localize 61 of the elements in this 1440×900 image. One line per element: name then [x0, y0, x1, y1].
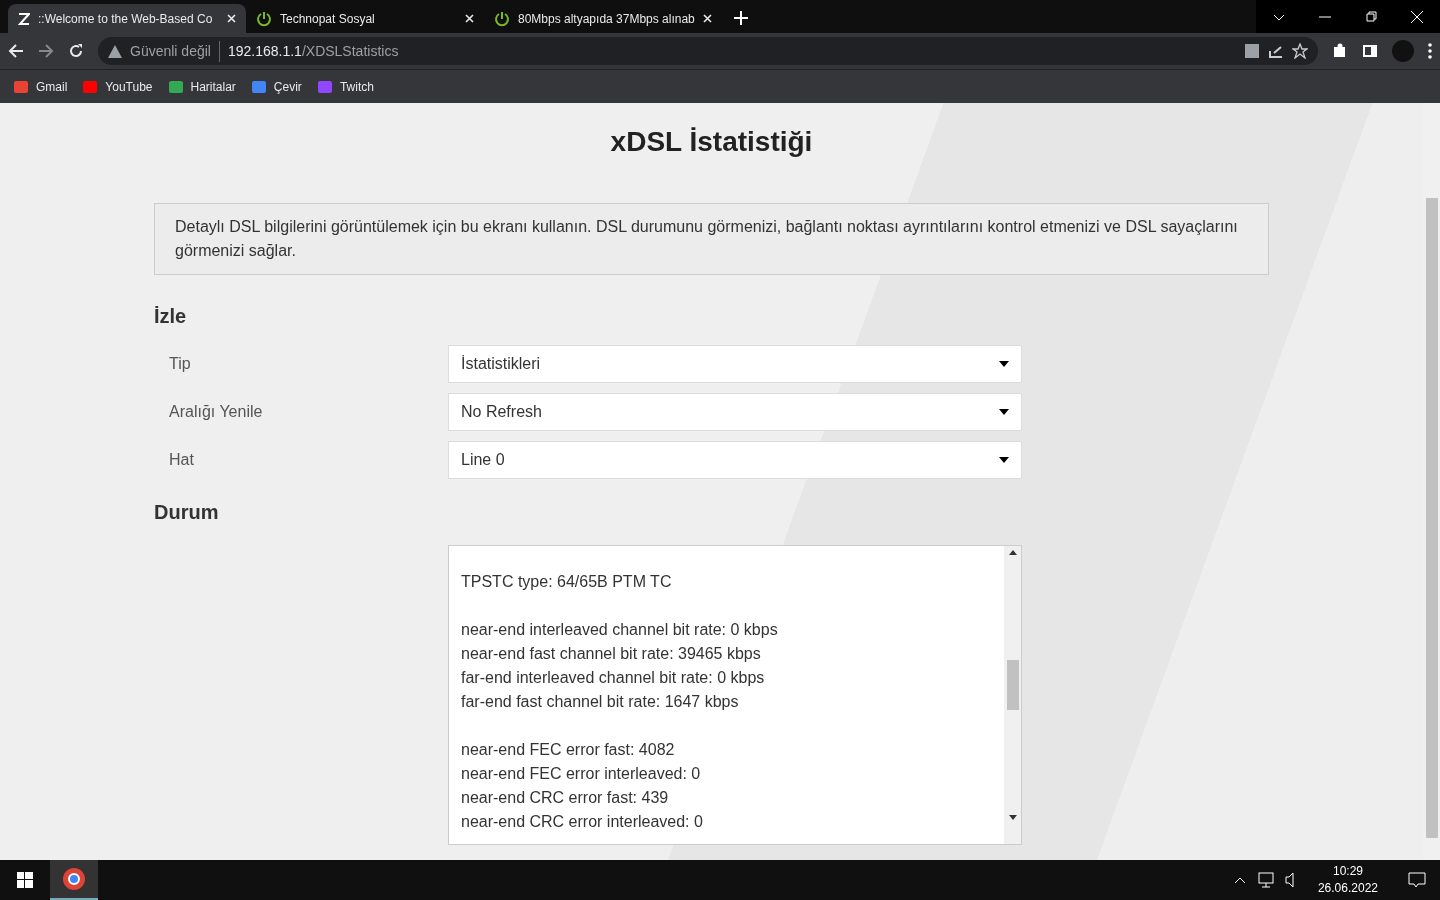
menu-icon[interactable]	[1428, 43, 1432, 59]
field-label: Tip	[168, 354, 192, 374]
scroll-up-icon[interactable]	[1008, 550, 1017, 555]
url-text: 192.168.1.1/XDSLStatistics	[227, 41, 399, 61]
taskbar-app[interactable]	[50, 860, 98, 900]
power-icon	[494, 10, 510, 27]
z-logo-icon	[18, 12, 30, 25]
reload-icon[interactable]	[68, 43, 84, 59]
status-line: far-end interleaved channel bit rate: 0 kbps	[461, 668, 766, 688]
back-icon[interactable]	[8, 43, 24, 59]
page-title: xDSL İstatistiği	[609, 125, 814, 159]
status-line: TPSTC type: 64/65B PTM TC	[461, 572, 673, 592]
status-line: far-end fast channel bit rate: 1647 kbps	[461, 692, 740, 712]
status-line: near-end CRC error fast: 439	[461, 788, 670, 808]
forward-icon[interactable]	[38, 43, 54, 59]
network-icon[interactable]	[1257, 872, 1276, 888]
security-label: Güvenli değil	[130, 40, 220, 62]
field-label: Hat	[168, 450, 195, 470]
share-icon[interactable]	[1268, 43, 1284, 59]
power-icon	[256, 10, 272, 27]
sidebar-icon[interactable]	[1362, 43, 1378, 59]
star-icon[interactable]	[1292, 43, 1308, 59]
page-scrollbar[interactable]	[1425, 198, 1438, 838]
bookmark-link[interactable]: Twitch	[339, 77, 374, 96]
browser-tab[interactable]: 80Mbps altyapıda 37Mbps alınab	[484, 4, 722, 33]
status-line: near-end interleaved channel bit rate: 0 kbps	[461, 620, 779, 640]
status-line: near-end FEC error fast: 4082	[461, 740, 676, 760]
bookmark-link[interactable]: Çevir	[273, 77, 302, 96]
bookmark-link[interactable]: YouTube	[105, 77, 153, 96]
status-line: near-end fast channel bit rate: 39465 kbps	[461, 644, 762, 664]
clock-time[interactable]: 10:29	[1317, 863, 1378, 880]
section-heading: Durum	[154, 500, 220, 525]
select-field[interactable]: Line 0	[448, 441, 1022, 479]
new-tab-icon[interactable]	[734, 11, 748, 25]
clock-date[interactable]: 26.06.2022	[1317, 880, 1378, 897]
scrollbar-thumb[interactable]	[1006, 660, 1019, 710]
scroll-down-icon[interactable]	[1008, 815, 1017, 820]
bookmark-link[interactable]: Gmail	[36, 77, 68, 96]
caret-icon	[999, 361, 1009, 367]
close-icon[interactable]	[703, 14, 712, 23]
address-bar[interactable]: Güvenli değil 192.168.1.1/XDSLStatistics	[98, 37, 1318, 65]
caret-icon	[999, 409, 1009, 415]
windows-icon[interactable]	[17, 872, 33, 888]
chevron-up-icon[interactable]	[1233, 876, 1246, 884]
section-heading: İzle	[154, 304, 188, 329]
field-label: Aralığı Yenile	[168, 402, 264, 422]
browser-tab[interactable]: ::Welcome to the Web-Based Co	[8, 4, 246, 33]
warning-icon	[108, 44, 122, 58]
close-icon[interactable]	[465, 14, 474, 23]
info-text: Detaylı DSL bilgilerini görüntülemek için bu ekranı kullanın. DSL durumunu görmenizi, bağlantı noktası ayrıntılarını kontrol etmenizi ve DSL sayaçlarını görmenizi sağlar.	[154, 203, 1269, 275]
browser-icon	[63, 868, 85, 890]
caret-icon	[999, 457, 1009, 463]
bookmark-link[interactable]: Haritalar	[190, 77, 236, 96]
close-icon[interactable]	[227, 14, 236, 23]
notification-icon[interactable]	[1408, 872, 1426, 888]
status-line: near-end FEC error interleaved: 0	[461, 764, 702, 784]
browser-tab[interactable]: Technopat Sosyal	[246, 4, 484, 33]
status-line: near-end CRC error interleaved: 0	[461, 812, 704, 832]
select-field[interactable]: İstatistikleri	[448, 345, 1022, 383]
status-textarea[interactable]	[448, 545, 1022, 845]
select-field[interactable]: No Refresh	[448, 393, 1022, 431]
